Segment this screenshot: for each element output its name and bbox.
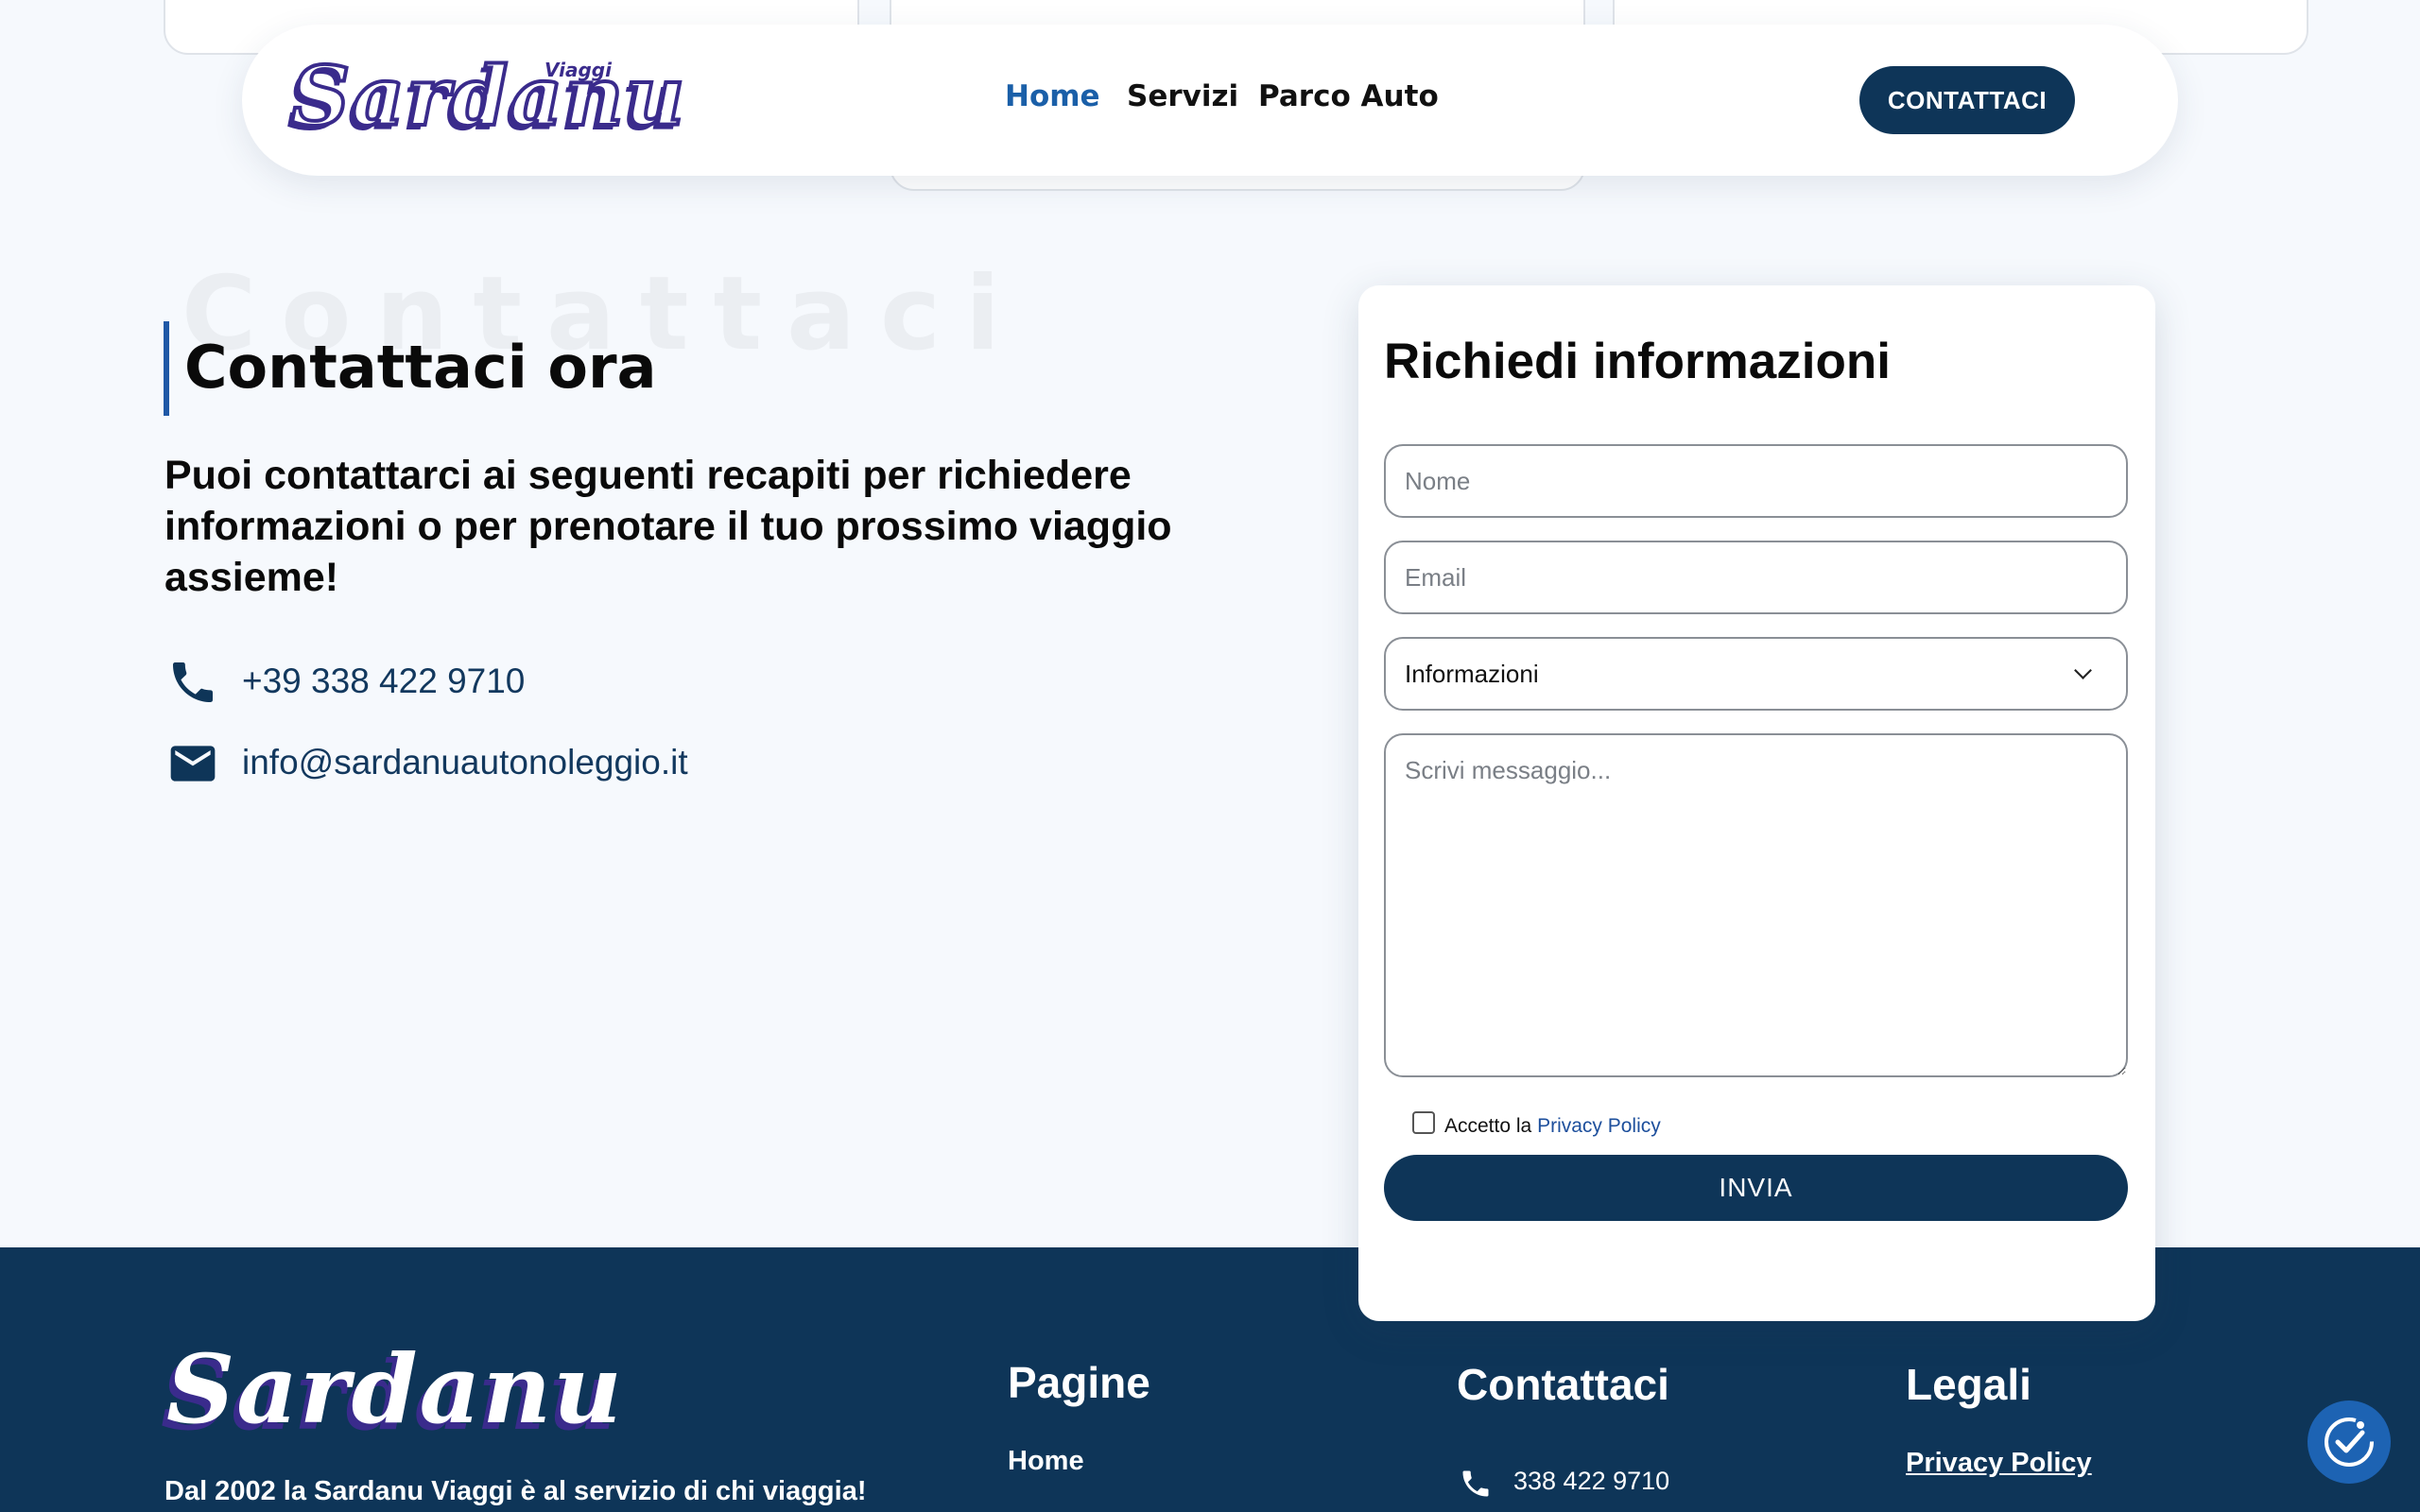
nav-link-home[interactable]: Home: [1005, 79, 1100, 113]
navbar: Sardanu Viaggi Home Servizi Parco Auto C…: [242, 25, 2178, 176]
submit-button[interactable]: INVIA: [1384, 1155, 2128, 1221]
info-request-form: Richiedi informazioni Informazioni Accet…: [1358, 285, 2155, 1321]
privacy-consent-label: Accetto la Privacy Policy: [1444, 1115, 1661, 1138]
nav-link-parco-auto[interactable]: Parco Auto: [1258, 79, 1439, 113]
message-textarea[interactable]: [1384, 733, 2128, 1077]
contact-phone-number[interactable]: +39 338 422 9710: [242, 662, 525, 701]
privacy-consent-prefix: Accetto la: [1444, 1115, 1532, 1137]
chevron-down-icon: [2074, 662, 2092, 679]
footer-logo[interactable]: Sardanu: [166, 1342, 624, 1436]
phone-icon: [1462, 1470, 1489, 1497]
section-lead: Puoi contattarci ai seguenti recapiti pe…: [164, 453, 1172, 600]
subject-select[interactable]: Informazioni: [1384, 637, 2128, 711]
mail-icon: [170, 746, 216, 782]
footer-tagline: Dal 2002 la Sardanu Viaggi è al servizio…: [164, 1476, 867, 1506]
contact-cta-button[interactable]: CONTATTACI: [1859, 66, 2075, 134]
accessibility-button[interactable]: [2308, 1400, 2391, 1484]
contact-email-address[interactable]: info@sardanuautonoleggio.it: [242, 743, 688, 782]
subject-select-value: Informazioni: [1405, 660, 1539, 688]
accessibility-icon: [2325, 1418, 2374, 1467]
form-title: Richiedi informazioni: [1384, 334, 1891, 389]
footer-legal-heading: Legali: [1906, 1360, 2031, 1409]
name-input[interactable]: [1384, 444, 2128, 518]
footer-link-privacy-policy[interactable]: Privacy Policy: [1906, 1448, 2092, 1479]
footer-pages-heading: Pagine: [1008, 1358, 1150, 1407]
footer-contacts-heading: Contattaci: [1457, 1360, 1669, 1409]
privacy-consent-checkbox[interactable]: [1412, 1111, 1435, 1134]
phone-icon: [173, 662, 213, 702]
email-input[interactable]: [1384, 541, 2128, 614]
title-accent-bar: [164, 321, 169, 416]
nav-link-servizi[interactable]: Servizi: [1127, 79, 1238, 113]
privacy-policy-link[interactable]: Privacy Policy: [1537, 1115, 1661, 1137]
footer-link-home[interactable]: Home: [1008, 1446, 1084, 1477]
brand-logo[interactable]: Sardanu: [289, 55, 686, 140]
section-title: Contattaci ora: [184, 333, 657, 402]
footer-phone-number[interactable]: 338 422 9710: [1513, 1467, 1669, 1496]
brand-logo-subtitle: Viaggi: [544, 59, 612, 81]
